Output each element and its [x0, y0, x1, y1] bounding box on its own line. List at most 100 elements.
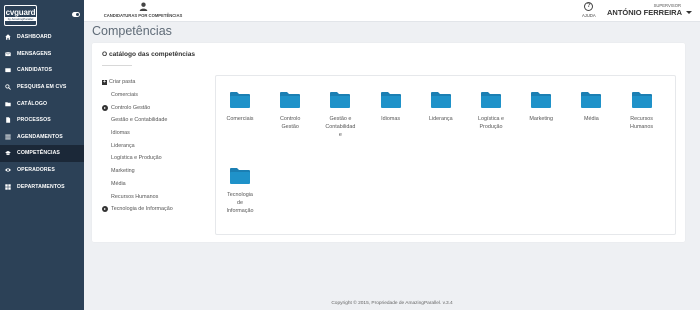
- folder-item[interactable]: Marketing: [521, 91, 561, 123]
- tree-item[interactable]: Marketing: [102, 165, 212, 178]
- candidaturas-por-competencias-button[interactable]: CANDIDATURAS POR COMPETÊNCIAS: [98, 2, 188, 18]
- sidebar-item-label: DASHBOARD: [17, 34, 52, 41]
- folder-icon: [4, 100, 12, 108]
- folder-label-line: Marketing: [529, 116, 554, 122]
- tree-item-label: Marketing: [111, 168, 135, 175]
- folder-label-line: e: [338, 132, 342, 139]
- folder-label: Idiomas: [371, 115, 411, 123]
- folder-label: Controlo Gestão: [270, 115, 310, 131]
- folder-label-line: Logística e: [477, 116, 505, 122]
- folder-label: Marketing: [521, 115, 561, 123]
- expand-arrow-icon[interactable]: [102, 206, 108, 213]
- sidebar-item-candidatos[interactable]: CANDIDATOS: [0, 62, 84, 79]
- tree-item[interactable]: Gestão e Contabilidade: [102, 114, 212, 127]
- tree-item[interactable]: Controlo Gestão: [102, 101, 212, 114]
- sidebar-item-processos[interactable]: PROCESSOS: [0, 112, 84, 129]
- folder-label-line: Tecnologia: [227, 192, 253, 198]
- card-title: O catálogo das competências: [102, 51, 196, 58]
- sidebar-item-competencias[interactable]: COMPETÊNCIAS: [0, 145, 84, 162]
- tree-item[interactable]: Comerciais: [102, 89, 212, 102]
- sidebar-menu: DASHBOARD MENSAGENS CANDIDATOS PESQUISA EM …: [0, 29, 84, 195]
- tree-item[interactable]: Média: [102, 178, 212, 191]
- tree-item[interactable]: Logística e Produção: [102, 152, 212, 165]
- folder-item[interactable]: Liderança: [421, 91, 461, 123]
- sidebar-item-departamentos[interactable]: DEPARTAMENTOS: [0, 178, 84, 195]
- folder-item[interactable]: Recursos Humanos: [622, 91, 662, 131]
- folder-label-line: Gestão e: [329, 116, 352, 122]
- logo-subtext: by AmazingParallel: [5, 17, 36, 21]
- folder-icon: [380, 92, 401, 108]
- folder-item[interactable]: Tecnologia de Informação: [220, 167, 260, 216]
- folder-icon: [330, 92, 351, 108]
- sidebar-item-catalogo[interactable]: CATÁLOGO: [0, 95, 84, 112]
- user-icon: [139, 2, 147, 11]
- footer: Copyright © 2015, Propriedade de Amazing…: [331, 301, 453, 306]
- tree-item-label: Tecnologia de Informação: [111, 206, 173, 213]
- tree-items: Comerciais Controlo Gestão Gestão e Contab…: [102, 89, 212, 216]
- tree-item-label: Recursos Humanos: [111, 193, 159, 200]
- sidebar-item-operadores[interactable]: OPERADORES: [0, 162, 84, 179]
- sidebar-item-label: COMPETÊNCIAS: [17, 150, 60, 157]
- folder-label: Gestão e Contabilidad e: [320, 115, 360, 140]
- tree-item-label: Logística e Produção: [111, 155, 162, 162]
- tree-item-label: Média: [111, 180, 126, 187]
- catalog-card: O catálogo das competências + Criar past…: [92, 43, 685, 242]
- folder-label-line: de: [237, 200, 243, 207]
- folder-item[interactable]: Gestão e Contabilidad e: [320, 91, 360, 140]
- folder-item[interactable]: Idiomas: [371, 91, 411, 123]
- folder-icon: [230, 168, 250, 184]
- sidebar: cvguard by AmazingParallel DASHBOARD MENS…: [0, 0, 84, 310]
- sidebar-item-label: PESQUISA EM CVS: [17, 84, 67, 91]
- folder-label-line: Média: [584, 116, 599, 122]
- help-button[interactable]: ? AJUDA: [582, 2, 596, 18]
- folder-label-line: Recursos: [630, 116, 653, 122]
- sidebar-item-pesquisa-em-cvs[interactable]: PESQUISA EM CVS: [0, 79, 84, 96]
- tree-item[interactable]: Tecnologia de Informação: [102, 203, 212, 216]
- user-name-row: ANTÓNIO FERREIRA: [607, 8, 692, 17]
- folder-item[interactable]: Controlo Gestão: [270, 91, 310, 131]
- divider: [102, 65, 132, 66]
- logo-area: cvguard by AmazingParallel: [0, 0, 84, 30]
- user-menu[interactable]: SUPERVISOR ANTÓNIO FERREIRA: [607, 3, 692, 17]
- topbar: CANDIDATURAS POR COMPETÊNCIAS ? AJUDA SU…: [84, 0, 700, 22]
- folder-icon: [631, 92, 652, 108]
- home-icon: [4, 33, 12, 41]
- sidebar-item-label: PROCESSOS: [17, 117, 51, 124]
- eye-icon: [4, 166, 12, 174]
- tree-item-label: Gestão e Contabilidade: [111, 117, 168, 124]
- sidebar-item-mensagens[interactable]: MENSAGENS: [0, 46, 84, 63]
- folder-item[interactable]: Logística e Produção: [471, 91, 511, 131]
- tree-item[interactable]: Idiomas: [102, 127, 212, 140]
- tree-item-label: Comerciais: [111, 92, 138, 99]
- folder-label-line: Liderança: [428, 116, 453, 122]
- create-folder-button[interactable]: + Criar pasta: [102, 76, 212, 89]
- search-icon: [4, 83, 12, 91]
- sidebar-item-dashboard[interactable]: DASHBOARD: [0, 29, 84, 46]
- tree-item[interactable]: Liderança: [102, 139, 212, 152]
- folder-label: Logística e Produção: [471, 115, 511, 131]
- sidebar-item-label: MENSAGENS: [17, 50, 52, 57]
- logo-text: cvguard: [5, 8, 36, 17]
- folder-label-line: Controlo: [279, 116, 301, 122]
- sidebar-item-agendamentos[interactable]: AGENDAMENTOS: [0, 129, 84, 146]
- sidebar-toggle[interactable]: [72, 12, 80, 17]
- expand-arrow-icon[interactable]: [102, 104, 108, 111]
- folder-icon: [481, 92, 501, 108]
- list-icon: [4, 133, 12, 141]
- folder-item[interactable]: Média: [571, 91, 611, 123]
- sidebar-item-label: DEPARTAMENTOS: [17, 183, 65, 190]
- folder-label: Tecnologia de Informação: [220, 191, 260, 216]
- sidebar-item-label: CATÁLOGO: [17, 100, 48, 107]
- folder-label-line: Comerciais: [226, 116, 254, 122]
- folder-item[interactable]: Comerciais: [220, 91, 260, 123]
- tree-item-label: Controlo Gestão: [111, 104, 151, 111]
- folder-icon: [430, 92, 451, 108]
- folder-label: Recursos Humanos: [622, 115, 662, 131]
- folder-panel: Comerciais Controlo Gestão Gestão e Contabil…: [215, 75, 676, 235]
- logo[interactable]: cvguard by AmazingParallel: [4, 4, 37, 26]
- folder-label-line: Idiomas: [381, 116, 401, 122]
- sidebar-item-label: OPERADORES: [17, 167, 55, 174]
- envelope-icon: [4, 50, 12, 58]
- graduation-cap-icon: [4, 149, 12, 157]
- tree-item[interactable]: Recursos Humanos: [102, 190, 212, 203]
